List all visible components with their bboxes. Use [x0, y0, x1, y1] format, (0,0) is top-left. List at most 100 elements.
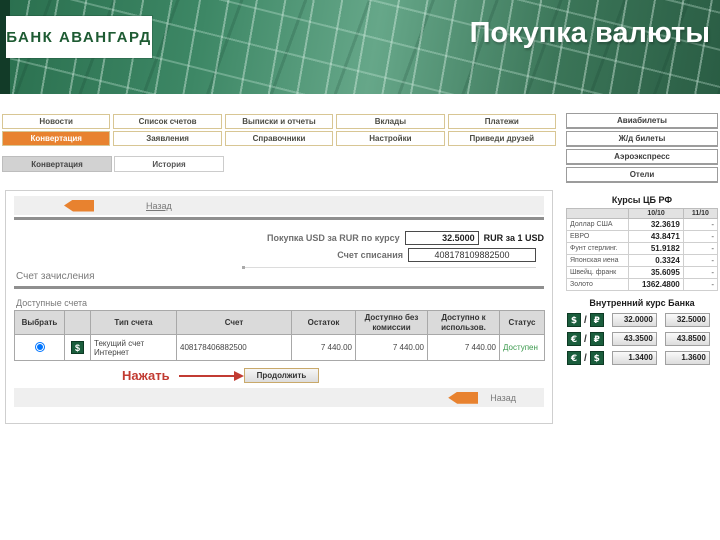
- subtab-conversion[interactable]: Конвертация: [2, 156, 112, 172]
- debit-account-label: Счет списания: [337, 249, 403, 260]
- account-select-cell: [14, 334, 65, 362]
- bank-logo-text: БАНК АВАНГАРД: [6, 28, 152, 46]
- continue-button[interactable]: Продолжить: [243, 368, 320, 384]
- nav-tab-accounts-list[interactable]: Список счетов: [113, 114, 222, 129]
- col-available-use: Доступно к использов.: [427, 309, 500, 336]
- col-balance: Остаток: [291, 309, 356, 336]
- debit-account-input[interactable]: [408, 247, 536, 262]
- sell-rate-box[interactable]: 43.8500: [664, 332, 710, 346]
- eur-icon: €: [567, 332, 581, 346]
- header: БАНК АВАНГАРД Покупка валюты: [0, 0, 720, 94]
- buy-rate-box[interactable]: 32.0000: [611, 313, 657, 327]
- sell-rate-box[interactable]: 32.5000: [664, 313, 710, 327]
- cb-rate-row: Японская иена 0.3324 -: [565, 254, 719, 267]
- main-panel: Назад Покупка USD за RUR по курсу RUR за…: [5, 190, 553, 424]
- internal-rate-row-eur-rub: € / ₽ 43.3500 43.8500: [567, 332, 717, 346]
- services-menu: Авиабилеты Ж/д билеты Аэроэкспресс Отели: [566, 113, 718, 183]
- press-hint-label: Нажать: [122, 368, 170, 384]
- service-air-tickets[interactable]: Авиабилеты: [566, 113, 718, 129]
- cb-rate-row: Швейц. франк 35.6095 -: [565, 266, 719, 279]
- main-nav: Новости Список счетов Выписки и отчеты В…: [2, 114, 556, 146]
- service-aeroexpress[interactable]: Аэроэкспресс: [566, 149, 718, 165]
- page-title: Покупка валюты: [469, 17, 710, 49]
- internal-rates-title: Внутренний курс Банка: [589, 298, 695, 308]
- nav-tab-news[interactable]: Новости: [2, 114, 111, 129]
- cb-rate-row: Доллар США 32.3619 -: [565, 218, 719, 231]
- divider: [14, 217, 544, 220]
- cb-rates-title: Курсы ЦБ РФ: [611, 195, 673, 205]
- balance-cell: 7 440.00: [291, 334, 356, 362]
- divider: [14, 286, 544, 289]
- service-hotels[interactable]: Отели: [566, 167, 718, 183]
- table-row: $ Текущий счет Интернет 408178406882500 …: [14, 334, 545, 362]
- account-type-cell: Текущий счет Интернет: [90, 334, 177, 362]
- credit-section-title: Счет зачисления: [16, 271, 95, 282]
- internal-rates: $ / ₽ 32.0000 32.5000 € / ₽ 43.3500 43.8…: [566, 313, 718, 365]
- pointer-arrow-icon: [178, 370, 244, 381]
- back-bar-bottom: Назад: [14, 388, 544, 408]
- cb-col-date1: 10/10: [628, 208, 684, 219]
- page: БАНК АВАНГАРД Покупка валюты Новости Спи…: [0, 0, 720, 540]
- nav-tab-applications[interactable]: Заявления: [113, 131, 222, 146]
- back-arrow-icon[interactable]: [64, 199, 94, 212]
- nav-tab-statements[interactable]: Выписки и отчеты: [224, 114, 334, 129]
- col-status: Статус: [499, 309, 545, 336]
- rub-icon: ₽: [589, 313, 604, 327]
- cb-col-empty: [565, 208, 630, 219]
- action-row: Нажать Продолжить: [122, 368, 544, 384]
- nav-tab-directories[interactable]: Справочники: [224, 131, 334, 146]
- cb-rate-row: Золото 1362.4800 -: [565, 278, 719, 291]
- dollar-icon: $: [71, 341, 84, 355]
- internal-rate-row-usd-rub: $ / ₽ 32.0000 32.5000: [567, 313, 717, 327]
- rate-label: Покупка USD за RUR по курсу: [267, 232, 400, 243]
- internal-rate-row-eur-usd: € / $ 1.3400 1.3600: [567, 351, 717, 365]
- nav-tab-deposits[interactable]: Вклады: [336, 114, 445, 129]
- col-available-no-fee: Доступно без комиссии: [355, 309, 428, 336]
- rub-icon: ₽: [589, 332, 604, 346]
- available-no-fee-cell: 7 440.00: [355, 334, 428, 362]
- nav-tab-refer-friends[interactable]: Приведи друзей: [447, 131, 556, 146]
- back-arrow-icon[interactable]: [448, 391, 479, 404]
- cb-rate-row: ЕВРО 43.8471 -: [565, 230, 719, 243]
- col-select: Выбрать: [14, 309, 65, 336]
- available-accounts-label: Доступные счета: [16, 298, 88, 308]
- col-account-type: Тип счета: [90, 309, 177, 336]
- usd-icon: $: [567, 313, 581, 327]
- back-bar-top: Назад: [14, 196, 544, 215]
- buy-rate-box[interactable]: 43.3500: [611, 332, 657, 346]
- eur-icon: €: [567, 351, 581, 365]
- pair-separator: /: [584, 314, 587, 326]
- back-link-top[interactable]: Назад: [146, 201, 172, 211]
- buy-rate-box[interactable]: 1.3400: [611, 351, 657, 365]
- nav-tab-settings[interactable]: Настройки: [336, 131, 445, 146]
- col-account-number: Счет: [176, 309, 292, 336]
- service-rail-tickets[interactable]: Ж/д билеты: [566, 131, 718, 147]
- nav-tab-conversion[interactable]: Конвертация: [2, 131, 111, 146]
- rates-sidebar: Курсы ЦБ РФ 10/10 11/10 Доллар США 32.36…: [565, 192, 719, 370]
- pair-separator: /: [584, 352, 587, 364]
- col-icon: [64, 309, 91, 336]
- rate-suffix: RUR за 1 USD: [483, 232, 544, 243]
- accounts-table: Выбрать Тип счета Счет Остаток Доступно …: [14, 309, 545, 362]
- accounts-table-header: Выбрать Тип счета Счет Остаток Доступно …: [14, 309, 545, 336]
- divider: [242, 266, 536, 269]
- bank-logo[interactable]: БАНК АВАНГАРД: [6, 16, 152, 58]
- pair-separator: /: [584, 333, 587, 345]
- account-radio[interactable]: [34, 341, 45, 352]
- purchase-form: Покупка USD за RUR по курсу RUR за 1 USD…: [14, 229, 544, 263]
- subtab-history[interactable]: История: [114, 156, 224, 172]
- account-number-cell: 408178406882500: [176, 334, 292, 362]
- available-use-cell: 7 440.00: [427, 334, 500, 362]
- rate-row: Покупка USD за RUR по курсу RUR за 1 USD: [14, 229, 544, 246]
- subtabs: Конвертация История: [2, 156, 224, 172]
- cb-rate-row: Фунт стерлинг. 51.9182 -: [565, 242, 719, 255]
- debit-account-row: Счет списания: [14, 246, 544, 263]
- usd-icon: $: [589, 351, 604, 365]
- rate-input[interactable]: [404, 230, 479, 245]
- cb-rates-table: 10/10 11/10 Доллар США 32.3619 - ЕВРО 43…: [565, 208, 719, 291]
- nav-tab-payments[interactable]: Платежи: [447, 114, 556, 129]
- account-currency-cell: $: [64, 334, 91, 362]
- status-badge: Доступен: [499, 334, 545, 362]
- back-link-bottom[interactable]: Назад: [490, 393, 516, 403]
- sell-rate-box[interactable]: 1.3600: [664, 351, 710, 365]
